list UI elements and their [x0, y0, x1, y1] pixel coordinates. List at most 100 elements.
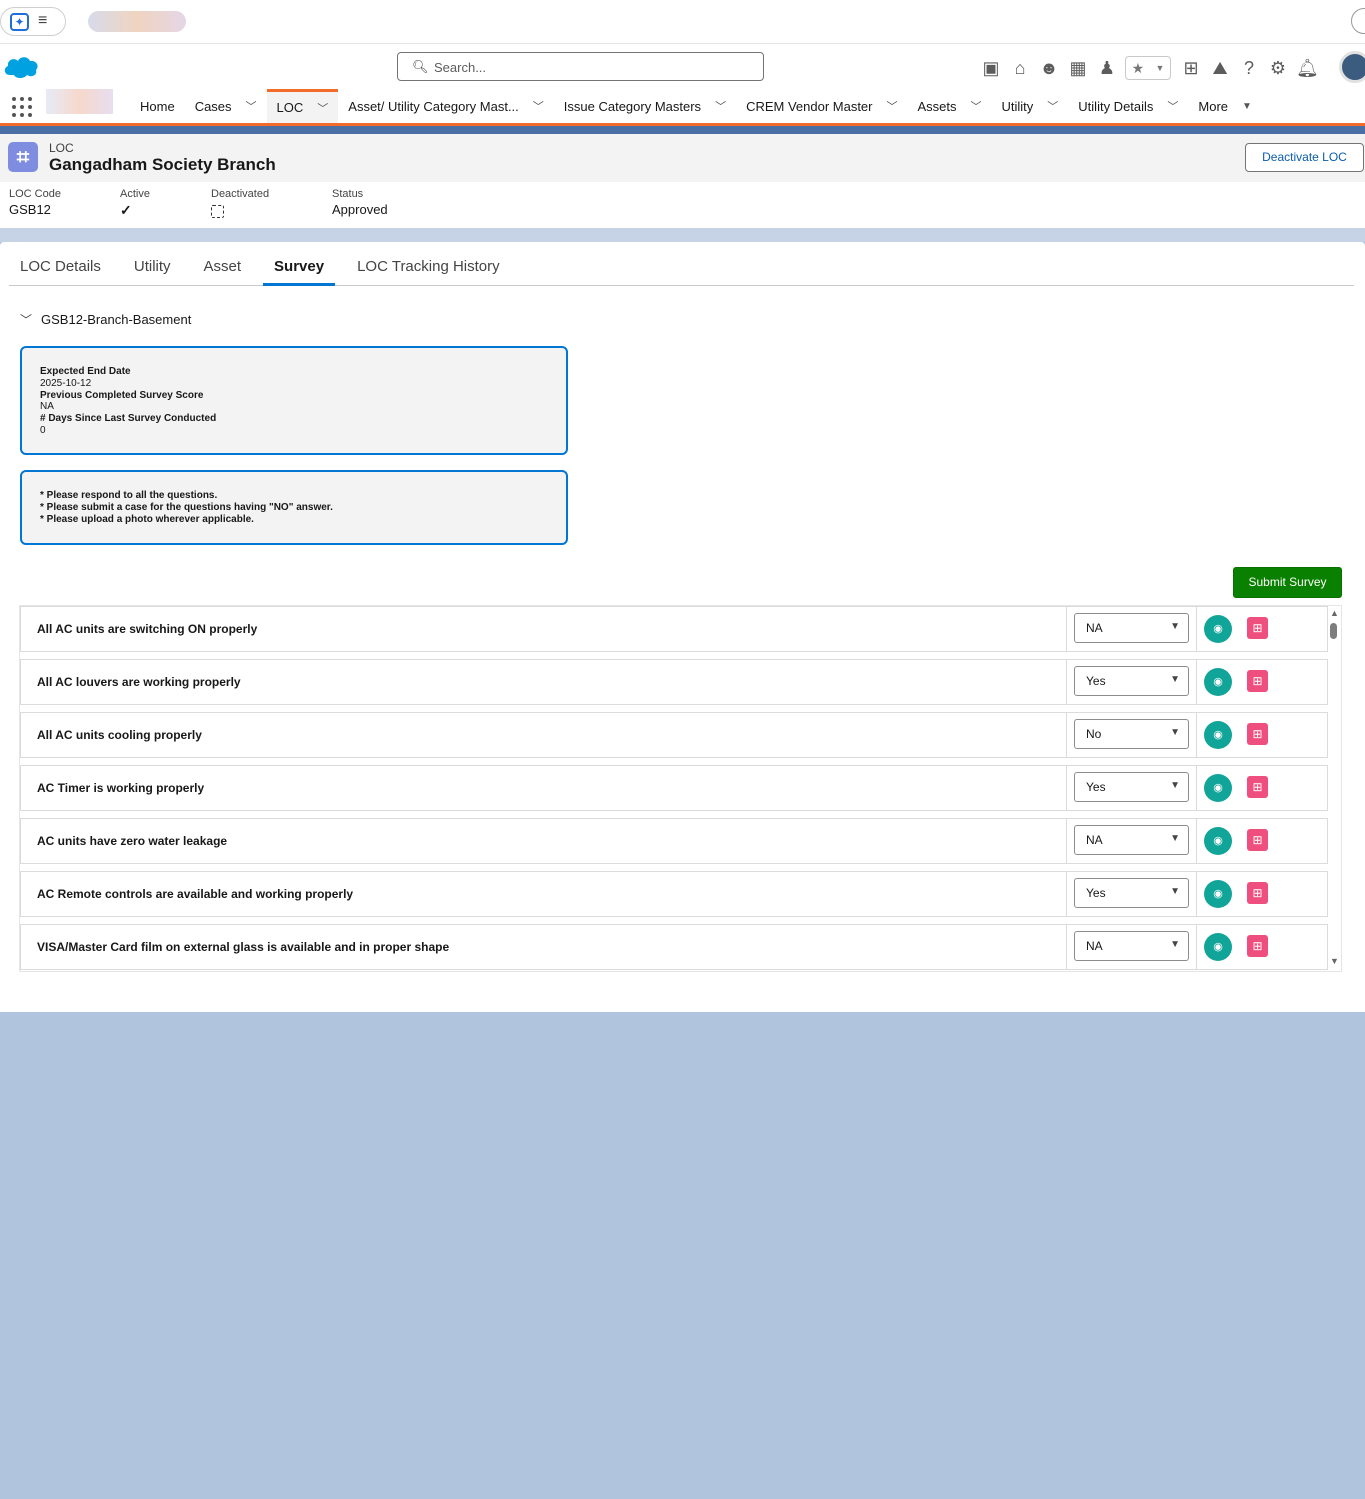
nav-item-home[interactable]: Home	[130, 89, 185, 123]
scroll-down-arrow-icon[interactable]: ▼	[1330, 956, 1339, 966]
section-title: GSB12-Branch-Basement	[41, 312, 192, 327]
app-nav-bar: Home Cases ﹀ LOC ﹀ Asset/ Utility Catego…	[0, 89, 1365, 126]
answer-select[interactable]: Yes ▼	[1074, 878, 1189, 908]
header-utility-icons: ▣ ⌂ ☻ ▦ ♟ ★ ▼ ⊞ ⛰ ? ⚙ 🔔︎	[980, 55, 1325, 81]
clipboard-icon[interactable]: ⊞	[1247, 776, 1268, 798]
chevron-down-icon[interactable]: ﹀	[533, 98, 544, 114]
chevron-down-icon[interactable]: ﹀	[715, 98, 726, 114]
dashboard-icon[interactable]: ▦	[1067, 57, 1089, 79]
chevron-down-icon[interactable]: ﹀	[887, 98, 898, 114]
browser-profile-button[interactable]	[1351, 8, 1365, 34]
clipboard-icon[interactable]: ⊞	[1247, 723, 1268, 745]
tab-utility[interactable]: Utility	[112, 254, 182, 286]
nav-item-label: More	[1198, 98, 1229, 114]
camera-icon[interactable]: ◉	[1204, 880, 1232, 908]
answer-select[interactable]: No ▼	[1074, 719, 1189, 749]
nav-item-label: Home	[140, 98, 175, 114]
nav-item-loc[interactable]: LOC ﹀	[266, 89, 339, 123]
clipboard-icon[interactable]: ⊞	[1247, 882, 1268, 904]
tab-loc-tracking-history[interactable]: LOC Tracking History	[335, 254, 511, 286]
caret-down-icon: ▼	[1170, 621, 1180, 632]
loc-object-icon: ⌗	[8, 142, 38, 172]
chevron-down-icon[interactable]: ﹀	[1167, 98, 1178, 114]
camera-icon[interactable]: ◉	[1204, 615, 1232, 643]
clipboard-icon[interactable]: ⊞	[1247, 670, 1268, 692]
survey-section-toggle[interactable]: ﹀ GSB12-Branch-Basement	[20, 311, 191, 328]
submit-survey-button[interactable]: Submit Survey	[1233, 567, 1342, 598]
camera-icon[interactable]: ◉	[1204, 721, 1232, 749]
survey-row: AC Timer is working properly Yes ▼ ◉ ⊞	[20, 765, 1328, 811]
nav-item-asset-utility-category[interactable]: Asset/ Utility Category Mast... ﹀	[338, 89, 554, 123]
nav-item-more[interactable]: More ▼	[1188, 89, 1262, 123]
clipboard-icon[interactable]: ⊞	[1247, 829, 1268, 851]
nav-item-cases[interactable]: Cases ﹀	[185, 89, 267, 123]
caret-down-icon: ▼	[1170, 780, 1180, 791]
tab-loc-details[interactable]: LOC Details	[9, 254, 112, 286]
home-icon[interactable]: ⌂	[1009, 57, 1031, 79]
help-icon[interactable]: ?	[1238, 57, 1260, 79]
survey-instructions-box: * Please respond to all the questions. *…	[20, 470, 568, 545]
nav-item-crem-vendor[interactable]: CREM Vendor Master ﹀	[736, 89, 907, 123]
camera-icon[interactable]: ◉	[1204, 933, 1232, 961]
camera-icon[interactable]: ◉	[1204, 668, 1232, 696]
redacted-tab[interactable]	[88, 11, 186, 32]
tab-survey[interactable]: Survey	[263, 254, 336, 286]
answer-select[interactable]: NA ▼	[1074, 825, 1189, 855]
nav-item-issue-category[interactable]: Issue Category Masters ﹀	[554, 89, 736, 123]
agent-icon[interactable]: ☻	[1038, 57, 1060, 79]
nav-item-utility-details[interactable]: Utility Details ﹀	[1068, 89, 1188, 123]
answer-value: Yes	[1086, 886, 1106, 900]
favorites-button[interactable]: ★ ▼	[1125, 56, 1171, 80]
answer-select[interactable]: NA ▼	[1074, 613, 1189, 643]
chevron-down-icon[interactable]: ﹀	[317, 100, 328, 116]
bell-icon[interactable]: 🔔︎	[1296, 57, 1319, 79]
avatar[interactable]	[1339, 51, 1365, 83]
user-settings-icon[interactable]: ♟	[1096, 57, 1118, 79]
survey-question-list[interactable]: All AC units are switching ON properly N…	[19, 605, 1342, 972]
clipboard-icon[interactable]: ⊞	[1247, 617, 1268, 639]
gear-icon[interactable]: ⚙	[1267, 57, 1289, 79]
global-search-input[interactable]: 🔍︎ Search...	[397, 52, 764, 81]
camera-icon[interactable]: ◉	[1204, 827, 1232, 855]
answer-select[interactable]: NA ▼	[1074, 931, 1189, 961]
calendar-icon[interactable]: ▣	[980, 57, 1002, 79]
unchecked-checkbox-icon	[211, 205, 224, 218]
trailhead-icon[interactable]: ⛰	[1209, 57, 1231, 79]
survey-row: All AC louvers are working properly Yes …	[20, 659, 1328, 705]
answer-select[interactable]: Yes ▼	[1074, 772, 1189, 802]
tab-asset[interactable]: Asset	[182, 254, 253, 286]
record-tabs: LOC Details Utility Asset Survey LOC Tra…	[9, 254, 1354, 286]
caret-down-icon: ▼	[1170, 674, 1180, 685]
nav-item-label: Utility Details	[1078, 98, 1154, 114]
survey-info-box: Expected End Date 2025-10-12 Previous Co…	[20, 346, 568, 455]
camera-icon[interactable]: ◉	[1204, 774, 1232, 802]
app-launcher-icon[interactable]	[12, 97, 32, 117]
scroll-up-arrow-icon[interactable]: ▲	[1330, 608, 1339, 618]
chevron-down-icon[interactable]: ﹀	[246, 98, 257, 114]
survey-scrollbar[interactable]: ▲ ▼	[1327, 608, 1341, 968]
instruction-line: * Please upload a photo wherever applica…	[40, 513, 254, 525]
question-text: All AC units are switching ON properly	[37, 622, 258, 636]
chevron-down-icon[interactable]: ﹀	[1047, 98, 1058, 114]
nav-item-label: Assets	[917, 98, 957, 114]
field-label: LOC Code	[9, 188, 61, 200]
browser-toolbar: ✦ ≡	[0, 0, 1365, 44]
caret-down-icon: ▼	[1242, 100, 1252, 112]
nav-item-assets[interactable]: Assets ﹀	[908, 89, 992, 123]
field-value: GSB12	[9, 202, 51, 217]
scroll-thumb[interactable]	[1330, 623, 1337, 639]
browser-assistant-menu[interactable]: ✦ ≡	[0, 7, 66, 36]
chevron-down-icon[interactable]: ﹀	[971, 98, 982, 114]
caret-down-icon: ▼	[1170, 939, 1180, 950]
plus-icon[interactable]: ⊞	[1180, 57, 1202, 79]
expected-end-date-value: 2025-10-12	[40, 377, 92, 389]
nav-item-utility[interactable]: Utility ﹀	[992, 89, 1069, 123]
clipboard-icon[interactable]: ⊞	[1247, 935, 1268, 957]
salesforce-cloud-logo[interactable]	[2, 53, 40, 79]
survey-row: AC Remote controls are available and wor…	[20, 871, 1328, 917]
question-text: AC units have zero water leakage	[37, 834, 228, 848]
answer-select[interactable]: Yes ▼	[1074, 666, 1189, 696]
background-band	[0, 228, 1365, 242]
answer-value: NA	[1086, 939, 1103, 953]
deactivate-loc-button[interactable]: Deactivate LOC	[1245, 143, 1364, 172]
